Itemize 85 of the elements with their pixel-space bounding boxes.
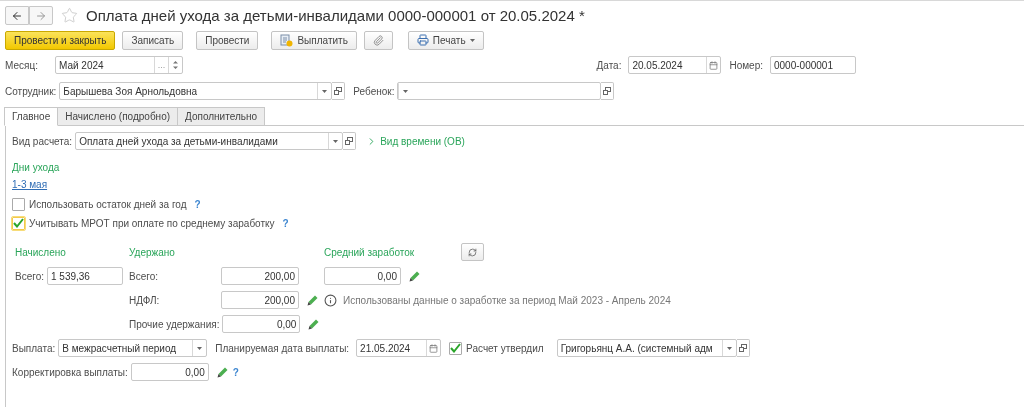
open-button[interactable] xyxy=(736,339,750,357)
calendar-icon xyxy=(429,343,439,353)
field-label: Прочие удержания: xyxy=(129,318,221,330)
field-label: НДФЛ: xyxy=(129,294,161,306)
section-title: Начислено xyxy=(15,245,66,260)
pencil-icon[interactable] xyxy=(216,366,228,378)
caret-icon xyxy=(726,346,732,350)
month-field[interactable]: Май 2024 ... xyxy=(55,56,183,74)
field-label: Планируемая дата выплаты: xyxy=(215,342,351,354)
field-label: Сотрудник: xyxy=(5,85,58,97)
info-icon xyxy=(324,293,337,307)
window-title: Оплата дней ухода за детьми-инвалидами 0000-000001 от 20.05.2024 * xyxy=(86,7,585,24)
document-coin-icon xyxy=(280,33,294,47)
field-label: Ребенок: xyxy=(353,85,396,97)
spin-icon[interactable] xyxy=(173,60,178,70)
dropdown-field[interactable]: В межрасчетный период xyxy=(58,339,208,357)
open-window-icon xyxy=(334,87,343,95)
open-button[interactable] xyxy=(601,82,615,100)
pencil-icon[interactable] xyxy=(307,294,318,306)
amount-field[interactable]: 200,00 xyxy=(221,291,299,309)
open-button[interactable] xyxy=(343,132,357,150)
field-label: Вид расчета: xyxy=(12,135,74,147)
arrow-right-icon xyxy=(35,9,47,22)
paperclip-icon xyxy=(372,34,384,46)
refresh-icon xyxy=(468,247,477,257)
tab[interactable]: Дополнительно xyxy=(177,107,265,125)
pencil-icon[interactable] xyxy=(308,318,320,330)
open-window-icon xyxy=(738,344,747,352)
field-label: Выплата: xyxy=(12,342,57,354)
date-field[interactable]: 20.05.2024 xyxy=(628,56,722,74)
dropdown-field[interactable] xyxy=(397,82,602,100)
caret-icon xyxy=(322,89,328,93)
tab[interactable]: Начислено (подробно) xyxy=(57,107,179,125)
field-label: Всего: xyxy=(15,270,45,282)
help-link[interactable]: ? xyxy=(282,217,289,229)
amount-field[interactable]: 200,00 xyxy=(221,267,299,285)
checkbox[interactable] xyxy=(449,341,463,355)
pay-button[interactable]: Выплатить xyxy=(271,30,357,50)
care-days-link[interactable]: 1-3 мая xyxy=(12,178,48,190)
caret-icon xyxy=(469,38,475,42)
printer-icon xyxy=(416,34,429,46)
checkbox[interactable] xyxy=(12,197,25,211)
refresh-button[interactable] xyxy=(461,243,484,261)
field-label: Номер: xyxy=(729,59,764,71)
section-title: Средний заработок xyxy=(324,245,415,260)
caret-icon xyxy=(403,89,409,93)
caret-icon xyxy=(197,346,203,350)
correction-field[interactable]: 0,00 xyxy=(130,363,209,381)
checkbox-label[interactable]: Расчет утвердил xyxy=(466,342,547,354)
checkbox[interactable] xyxy=(12,216,25,230)
checkbox-label[interactable]: Использовать остаток дней за год xyxy=(29,198,190,210)
toolbar-button[interactable]: Провести xyxy=(196,30,259,50)
date-field[interactable]: 21.05.2024 xyxy=(356,339,442,357)
arrow-left-icon xyxy=(11,9,23,22)
open-button[interactable] xyxy=(332,82,346,100)
check-icon xyxy=(13,218,24,228)
average-earnings-field[interactable]: 0,00 xyxy=(324,267,401,285)
number-field[interactable]: 0000-000001 xyxy=(770,56,856,74)
field-label: Корректировка выплаты: xyxy=(12,366,129,378)
dropdown-field[interactable]: Барышева Зоя Арнольдовна xyxy=(59,82,333,100)
dropdown-field[interactable]: Григорьянц А.А. (системный адм xyxy=(556,339,737,357)
dropdown-field[interactable]: Оплата дней ухода за детьми-инвалидами xyxy=(75,132,344,150)
calendar-icon xyxy=(709,60,719,70)
open-window-icon xyxy=(603,87,612,95)
tab[interactable]: Главное xyxy=(4,107,59,126)
check-icon xyxy=(450,343,462,353)
pencil-icon[interactable] xyxy=(409,270,420,282)
amount-field[interactable]: 0,00 xyxy=(222,315,301,333)
field-label: Всего: xyxy=(129,270,159,282)
help-link[interactable]: ? xyxy=(194,198,201,210)
toolbar-button[interactable]: Записать xyxy=(122,30,184,50)
info-note: Использованы данные о заработке за период Май 2023 - Апрель 2024 xyxy=(343,294,671,306)
help-link[interactable]: ? xyxy=(232,366,239,378)
open-window-icon xyxy=(345,137,354,145)
field-label: Месяц: xyxy=(5,59,39,71)
post-and-close-button[interactable]: Провести и закрыть xyxy=(5,30,116,50)
field-label: Дата: xyxy=(596,59,623,71)
section-title: Дни ухода xyxy=(12,161,60,175)
accrued-total-field[interactable]: 1 539,36 xyxy=(47,267,123,285)
print-button[interactable]: Печать xyxy=(407,30,484,50)
star-icon[interactable] xyxy=(61,7,78,24)
section-title: Удержано xyxy=(129,245,175,260)
caret-icon xyxy=(333,139,339,143)
checkbox-label[interactable]: Учитывать МРОТ при оплате по среднему заработку xyxy=(29,217,278,229)
back-button[interactable] xyxy=(5,6,29,25)
